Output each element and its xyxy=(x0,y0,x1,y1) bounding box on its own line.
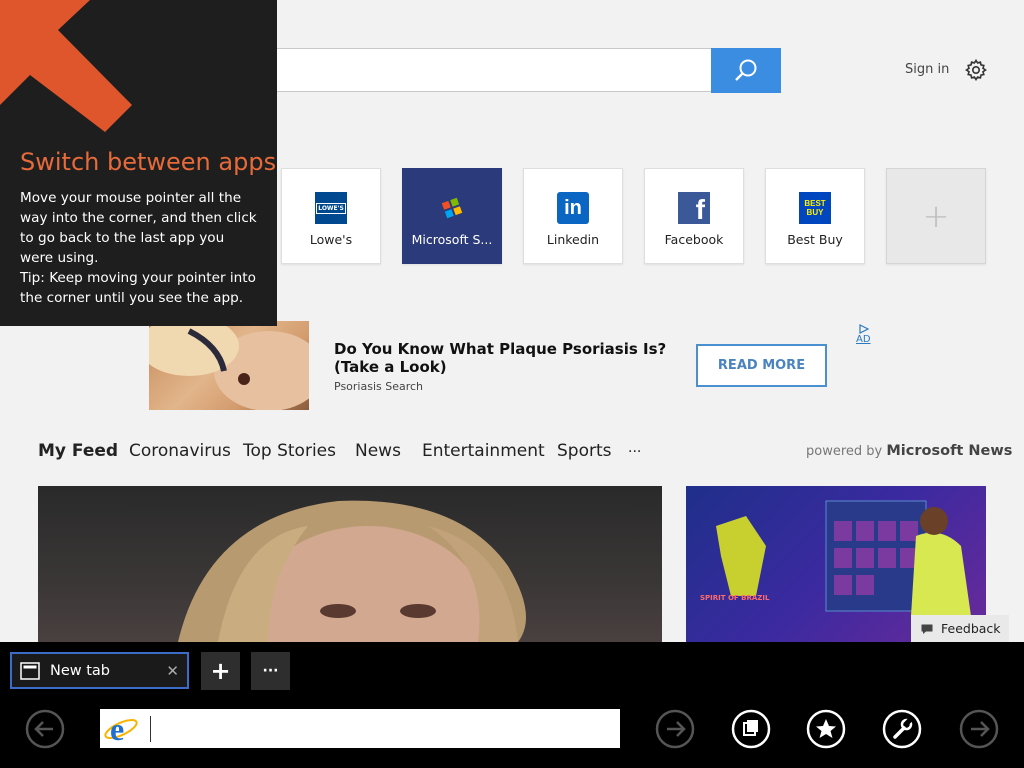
tile-lowes[interactable]: LOWE'S Lowe's xyxy=(281,168,381,264)
tile-label: Facebook xyxy=(664,232,724,247)
facebook-icon: f xyxy=(678,192,710,224)
ad-title[interactable]: Do You Know What Plaque Psoriasis Is? (T… xyxy=(334,340,694,376)
search-button[interactable] xyxy=(711,48,781,93)
back-button[interactable] xyxy=(25,709,65,749)
tile-label: Linkedin xyxy=(546,232,600,247)
ad-choices-badge[interactable]: AD xyxy=(856,324,871,345)
forward-button[interactable] xyxy=(655,709,695,749)
tile-linkedin[interactable]: in Linkedin xyxy=(523,168,623,264)
gear-icon xyxy=(965,59,987,81)
address-bar[interactable]: e xyxy=(100,709,620,748)
tile-best-buy[interactable]: BEST BUY Best Buy xyxy=(765,168,865,264)
text-cursor xyxy=(150,715,151,742)
svg-text:e: e xyxy=(110,712,124,746)
tab-my-feed[interactable]: My Feed xyxy=(38,441,118,461)
tile-label: Lowe's xyxy=(309,232,353,247)
tile-label: Best Buy xyxy=(787,232,843,247)
tab-sports[interactable]: Sports xyxy=(557,441,612,461)
tab-news[interactable]: News xyxy=(355,441,401,461)
tab-coronavirus[interactable]: Coronavirus xyxy=(129,441,231,461)
lowes-logo-icon: LOWE'S xyxy=(315,192,347,224)
feedback-button[interactable]: Feedback xyxy=(911,615,1009,642)
internet-explorer-icon: e xyxy=(104,712,138,746)
tabs-view-button[interactable] xyxy=(731,709,771,749)
tools-button[interactable] xyxy=(882,709,922,749)
tooltip-title: Switch between apps xyxy=(20,148,277,176)
new-tab-button[interactable]: + xyxy=(201,652,240,690)
arrow-up-left-icon xyxy=(0,0,132,132)
settings-button[interactable] xyxy=(964,58,988,82)
microsoft-store-icon xyxy=(436,192,468,224)
tooltip-body: Move your mouse pointer all the way into… xyxy=(20,190,257,306)
close-tab-button[interactable]: ✕ xyxy=(166,662,179,680)
ad-source: Psoriasis Search xyxy=(334,380,424,393)
add-site-tile[interactable]: + xyxy=(886,168,986,264)
tile-label: Microsoft S... xyxy=(411,232,493,247)
search-icon xyxy=(735,59,757,81)
ad-choices-icon xyxy=(859,324,870,334)
tab-new-tab[interactable]: New tab ✕ xyxy=(10,652,189,689)
ad-image[interactable] xyxy=(149,321,309,410)
chat-icon xyxy=(921,624,933,634)
tile-facebook[interactable]: f Facebook xyxy=(644,168,744,264)
more-tabs-button[interactable]: ··· xyxy=(628,444,641,460)
best-buy-icon: BEST BUY xyxy=(799,192,831,224)
tab-top-stories[interactable]: Top Stories xyxy=(243,441,336,461)
favorites-button[interactable] xyxy=(806,709,846,749)
tab-options-button[interactable]: ··· xyxy=(251,652,290,690)
tab-entertainment[interactable]: Entertainment xyxy=(422,441,545,461)
feed-card-main[interactable] xyxy=(38,486,662,642)
powered-by: powered by Microsoft News xyxy=(806,443,1013,459)
tile-microsoft-store[interactable]: Microsoft S... xyxy=(402,168,502,264)
linkedin-icon: in xyxy=(557,192,589,224)
plus-icon: + xyxy=(922,197,950,235)
read-more-button[interactable]: READ MORE xyxy=(696,344,827,387)
forward-nav-button[interactable] xyxy=(959,709,999,749)
address-input[interactable] xyxy=(153,712,620,745)
sign-in-link[interactable]: Sign in xyxy=(905,62,949,77)
search-input-box[interactable] xyxy=(260,48,712,92)
tab-title: New tab xyxy=(50,662,111,679)
side-card-caption: SPIRIT OF BRAZIL xyxy=(700,594,770,602)
page-icon xyxy=(20,661,40,680)
